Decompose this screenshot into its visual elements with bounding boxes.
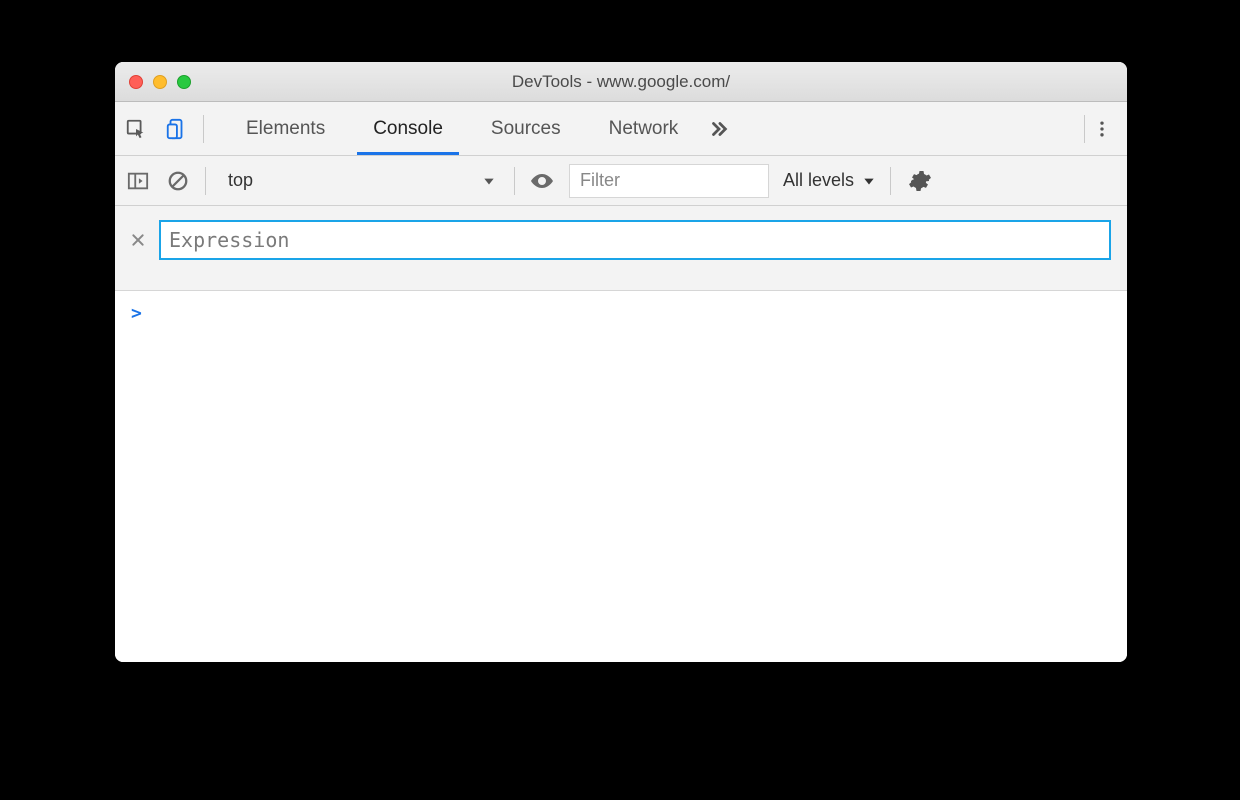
levels-label: All levels (783, 170, 854, 191)
console-toolbar: top All levels (115, 156, 1127, 206)
tab-label: Elements (246, 118, 325, 140)
clear-console-icon[interactable] (165, 168, 191, 194)
tab-label: Sources (491, 118, 561, 140)
console-prompt-caret: > (131, 303, 142, 324)
tab-network[interactable]: Network (585, 102, 703, 155)
inspect-tools (123, 115, 222, 143)
divider (514, 167, 515, 195)
live-expression-bar (115, 206, 1127, 291)
console-filter-input[interactable] (569, 164, 769, 198)
tab-sources[interactable]: Sources (467, 102, 585, 155)
context-label: top (228, 170, 253, 191)
panel-tabs: Elements Console Sources Network (222, 102, 702, 155)
live-expression-eye-icon[interactable] (529, 168, 555, 194)
tab-console[interactable]: Console (349, 102, 467, 155)
more-tabs-button[interactable] (702, 112, 736, 146)
inspect-element-icon[interactable] (123, 116, 149, 142)
console-body[interactable]: > (115, 291, 1127, 662)
log-levels-select[interactable]: All levels (783, 170, 876, 191)
kebab-menu-button[interactable] (1085, 112, 1119, 146)
window-minimize-button[interactable] (153, 75, 167, 89)
close-expression-icon[interactable] (127, 229, 149, 251)
divider (203, 115, 204, 143)
window-controls (129, 75, 191, 89)
window-close-button[interactable] (129, 75, 143, 89)
window-zoom-button[interactable] (177, 75, 191, 89)
execution-context-select[interactable]: top (220, 170, 500, 191)
divider (890, 167, 891, 195)
tab-elements[interactable]: Elements (222, 102, 349, 155)
devtools-window: DevTools - www.google.com/ Elements (115, 62, 1127, 662)
panel-tabs-bar: Elements Console Sources Network (115, 102, 1127, 156)
window-title: DevTools - www.google.com/ (115, 72, 1127, 92)
live-expression-input[interactable] (159, 220, 1111, 260)
caret-down-icon (482, 174, 496, 188)
show-console-sidebar-icon[interactable] (125, 168, 151, 194)
caret-down-icon (862, 174, 876, 188)
console-settings-gear-icon[interactable] (905, 166, 935, 196)
tab-label: Console (373, 118, 443, 140)
titlebar: DevTools - www.google.com/ (115, 62, 1127, 102)
divider (205, 167, 206, 195)
device-toolbar-icon[interactable] (163, 116, 189, 142)
tab-label: Network (609, 118, 679, 140)
